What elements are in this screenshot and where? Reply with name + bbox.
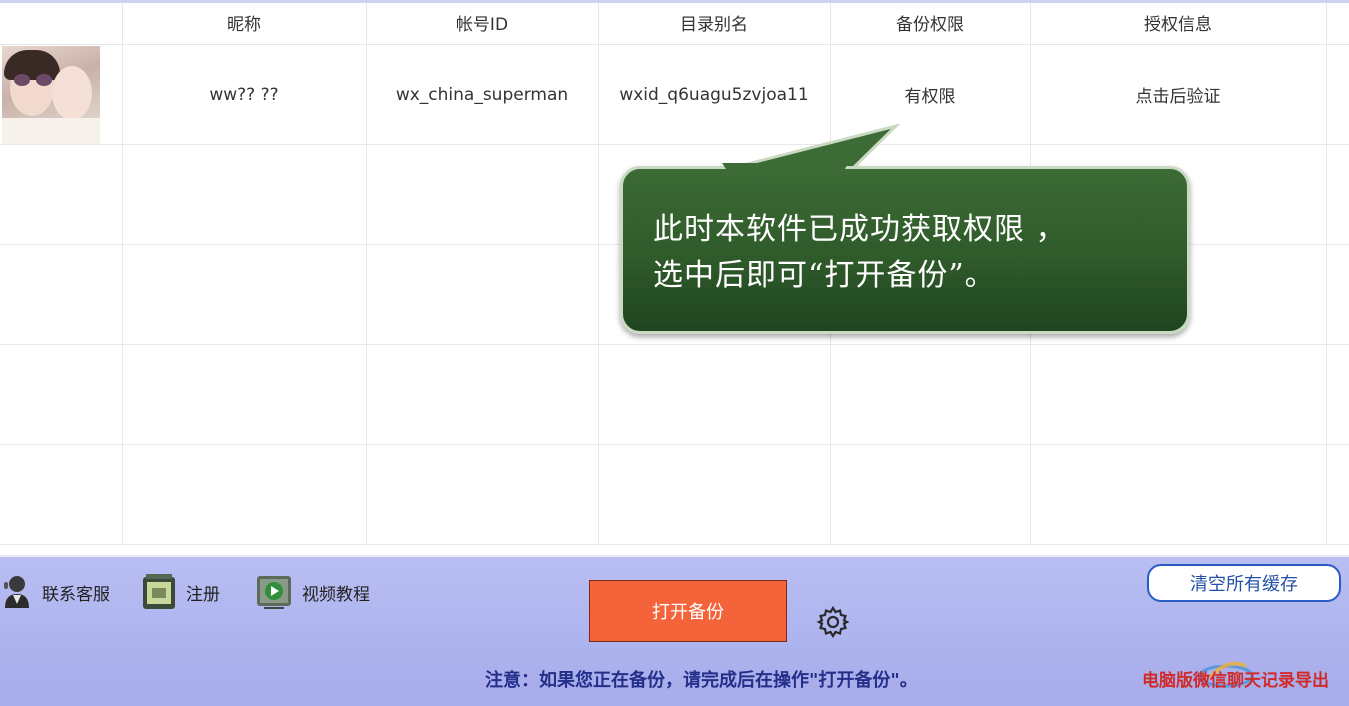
column-header-permission[interactable]: 备份权限 (830, 0, 1031, 45)
avatar[interactable] (2, 45, 100, 144)
video-tutorial-button[interactable]: 视频教程 (256, 572, 370, 612)
column-header-alias[interactable]: 目录别名 (598, 0, 831, 45)
table-header-row: 昵称 帐号ID 目录别名 备份权限 授权信息 (0, 0, 1349, 45)
video-tutorial-label: 视频教程 (302, 584, 370, 605)
callout-line-1: 此时本软件已成功获取权限 ， (653, 212, 1067, 247)
account-id-cell[interactable]: wx_china_superman (366, 44, 599, 145)
top-border (0, 0, 1349, 3)
column-header-avatar (0, 0, 123, 45)
table-row-empty (0, 344, 1349, 445)
column-header-nickname[interactable]: 昵称 (122, 0, 367, 45)
callout-pointer-cover (722, 163, 848, 175)
filler-cell (1326, 44, 1349, 145)
callout-line-2: 选中后即可“打开备份”。 (653, 258, 996, 293)
contact-support-button[interactable]: 联系客服 (2, 572, 110, 612)
open-backup-button[interactable]: 打开备份 (589, 580, 787, 642)
nickname-cell[interactable]: ww?? ?? (122, 44, 367, 145)
contact-support-label: 联系客服 (42, 584, 110, 605)
avatar-cell[interactable] (0, 44, 123, 145)
table-row[interactable]: ww?? ?? wx_china_superman wxid_q6uagu5zv… (0, 44, 1349, 145)
column-header-account-id[interactable]: 帐号ID (366, 0, 599, 45)
column-header-filler (1326, 0, 1349, 45)
register-label: 注册 (186, 584, 220, 605)
gear-icon[interactable] (816, 605, 850, 639)
table-row-empty (0, 444, 1349, 545)
video-play-icon (257, 576, 291, 609)
tutorial-callout: 此时本软件已成功获取权限 ， 选中后即可“打开备份”。 (620, 166, 1190, 334)
callout-text: 此时本软件已成功获取权限 ， 选中后即可“打开备份”。 (653, 207, 1173, 299)
backup-notice-text: 注意：如果您正在备份，请完成后在操作"打开备份"。 (485, 670, 918, 691)
support-agent-icon (4, 576, 29, 608)
column-header-auth-info[interactable]: 授权信息 (1030, 0, 1327, 45)
watermark-text: 电脑版微信聊天记录导出 (1142, 671, 1329, 691)
clear-all-cache-button[interactable]: 清空所有缓存 (1147, 564, 1341, 602)
register-card-icon (143, 574, 175, 609)
register-button[interactable]: 注册 (142, 572, 220, 612)
auth-info-cell[interactable]: 点击后验证 (1030, 44, 1327, 145)
